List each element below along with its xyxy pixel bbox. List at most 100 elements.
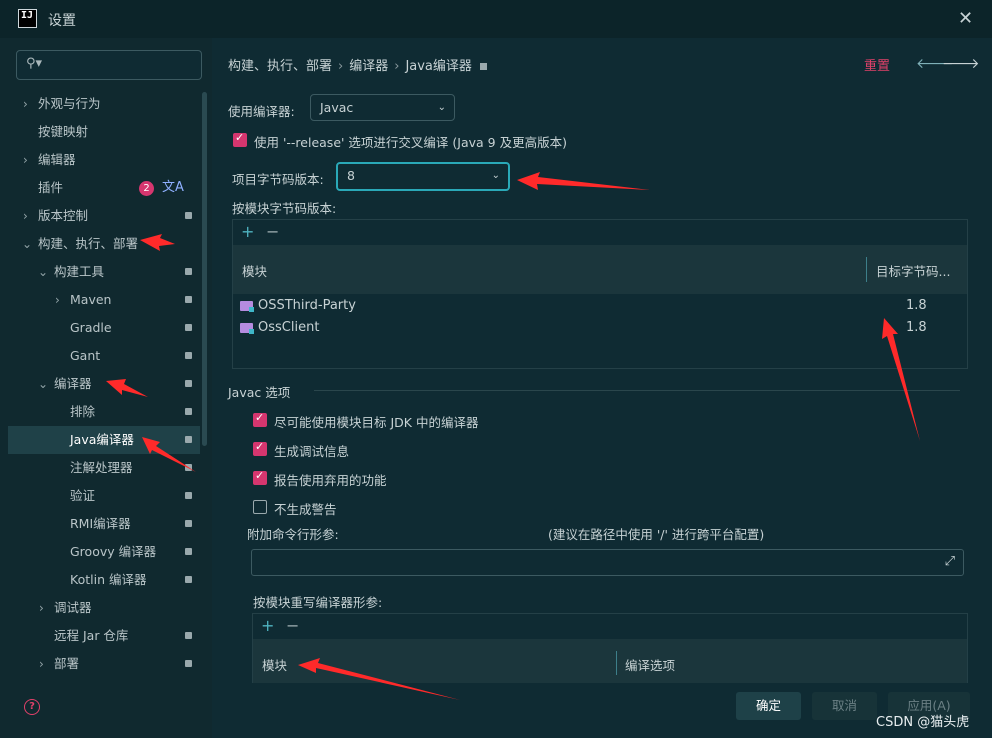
sidebar-item-kotlin-compiler[interactable]: Kotlin 编译器: [0, 566, 200, 594]
sidebar-item-build-execution-deployment[interactable]: ⌄ 构建、执行、部署: [0, 230, 200, 258]
override-args-label: 按模块重写编译器形参:: [253, 595, 383, 610]
javac-option-label: 生成调试信息: [274, 444, 350, 459]
project-scope-icon: [185, 632, 192, 639]
ok-button[interactable]: 确定: [736, 692, 801, 720]
project-scope-icon: [185, 436, 192, 443]
sidebar-item-vcs[interactable]: › 版本控制: [0, 202, 200, 230]
add-button[interactable]: +: [241, 222, 254, 241]
section-divider: [314, 390, 960, 391]
table-toolbar: + −: [253, 614, 967, 638]
column-header-target[interactable]: 目标字节码...: [876, 261, 950, 280]
sidebar-item-label: Kotlin 编译器: [70, 572, 147, 587]
module-target-version: 1.8: [906, 320, 927, 335]
sidebar-item-annotation-processors[interactable]: 注解处理器: [0, 454, 200, 482]
sidebar-item-remote-jar-repos[interactable]: 远程 Jar 仓库: [0, 622, 200, 650]
project-scope-icon: [185, 380, 192, 387]
column-header-options[interactable]: 编译选项: [625, 655, 675, 674]
table-header: 模块 编译选项: [253, 639, 967, 683]
bytecode-version-value: 8: [347, 168, 355, 183]
javac-option-checkbox[interactable]: [253, 411, 267, 427]
sidebar-item-groovy-compiler[interactable]: Groovy 编译器: [0, 538, 200, 566]
title-bar: IJ 设置 ✕: [0, 0, 992, 38]
reset-link[interactable]: 重置: [864, 55, 890, 74]
column-divider[interactable]: [616, 651, 617, 675]
extra-args-hint: (建议在路径中使用 '/' 进行跨平台配置): [548, 527, 765, 542]
chevron-down-icon[interactable]: ⌄: [38, 258, 48, 286]
chevron-right-icon[interactable]: ›: [23, 90, 28, 118]
sidebar-item-deployment[interactable]: › 部署: [0, 650, 200, 678]
sidebar-item-compiler[interactable]: ⌄ 编译器: [0, 370, 200, 398]
javac-option-checkbox[interactable]: [253, 469, 267, 485]
extra-args-label: 附加命令行形参:: [247, 527, 339, 542]
per-module-bytecode-label: 按模块字节码版本:: [232, 201, 337, 216]
sidebar-item-excludes[interactable]: 排除: [0, 398, 200, 426]
breadcrumb-current: Java编译器: [405, 59, 472, 74]
sidebar-item-label: Gradle: [70, 320, 112, 335]
expand-icon[interactable]: ⤢: [945, 554, 955, 569]
sidebar-item-plugins[interactable]: 插件 2 文A: [0, 174, 200, 202]
javac-option-checkbox[interactable]: [253, 440, 267, 456]
table-row[interactable]: OSSThird-Party 1.8: [233, 295, 967, 317]
release-option-label: 使用 '--release' 选项进行交叉编译 (Java 9 及更高版本): [254, 135, 567, 150]
project-scope-icon: [185, 548, 192, 555]
sidebar-item-appearance[interactable]: › 外观与行为: [0, 90, 200, 118]
bytecode-version-label: 项目字节码版本:: [232, 172, 324, 187]
sidebar-item-label: 插件: [38, 180, 64, 195]
sidebar-item-label: Gant: [70, 348, 101, 363]
bytecode-version-select[interactable]: 8 ⌄: [336, 162, 510, 191]
settings-sidebar: ⚲▾ › 外观与行为 按键映射 › 编辑器 插件 2 文A › 版本控制 ⌄ 构…: [0, 38, 212, 738]
sidebar-item-keymap[interactable]: 按键映射: [0, 118, 200, 146]
sidebar-item-validation[interactable]: 验证: [0, 482, 200, 510]
project-scope-icon: [185, 492, 192, 499]
sidebar-item-debugger[interactable]: › 调试器: [0, 594, 200, 622]
breadcrumb-item[interactable]: 构建、执行、部署: [228, 59, 332, 74]
sidebar-item-maven[interactable]: › Maven: [0, 286, 200, 314]
sidebar-item-label: 构建、执行、部署: [38, 236, 139, 251]
sidebar-item-label: 排除: [70, 404, 96, 419]
extra-args-input[interactable]: ⤢: [251, 549, 964, 576]
sidebar-item-rmi-compiler[interactable]: RMI编译器: [0, 510, 200, 538]
notification-badge: 2: [139, 181, 154, 196]
compiler-select[interactable]: Javac ⌄: [310, 94, 455, 121]
javac-option-checkbox[interactable]: [253, 500, 267, 514]
search-icon: ⚲▾: [26, 56, 43, 71]
compiler-select-value: Javac: [320, 100, 354, 115]
sidebar-scrollbar[interactable]: [202, 92, 207, 446]
chevron-down-icon[interactable]: ⌄: [22, 230, 32, 258]
sidebar-item-gant[interactable]: Gant: [0, 342, 200, 370]
sidebar-item-label: Maven: [70, 292, 112, 307]
help-icon[interactable]: ?: [24, 699, 40, 715]
override-args-table: + − 模块 编译选项: [252, 613, 968, 683]
sidebar-item-gradle[interactable]: Gradle: [0, 314, 200, 342]
column-header-module[interactable]: 模块: [242, 261, 267, 280]
project-scope-icon: [185, 296, 192, 303]
chevron-right-icon[interactable]: ›: [23, 202, 28, 230]
column-divider[interactable]: [866, 257, 867, 282]
sidebar-item-label: 调试器: [54, 600, 92, 615]
sidebar-item-build-tools[interactable]: ⌄ 构建工具: [0, 258, 200, 286]
project-scope-icon: [185, 464, 192, 471]
forward-arrow-icon[interactable]: 🡒: [942, 55, 980, 72]
column-header-module[interactable]: 模块: [262, 655, 287, 674]
chevron-right-icon[interactable]: ›: [55, 286, 60, 314]
table-row[interactable]: OssClient 1.8: [233, 317, 967, 339]
settings-search-input[interactable]: ⚲▾: [16, 50, 202, 80]
sidebar-item-editor[interactable]: › 编辑器: [0, 146, 200, 174]
chevron-down-icon: ⌄: [437, 102, 446, 113]
cancel-button[interactable]: 取消: [812, 692, 877, 720]
close-icon[interactable]: ✕: [958, 8, 973, 29]
breadcrumb-item[interactable]: 编译器: [349, 59, 388, 74]
sidebar-item-label: 构建工具: [54, 264, 105, 279]
app-logo-icon: IJ: [18, 9, 37, 28]
module-name: OSSThird-Party: [258, 298, 356, 313]
chevron-right-icon[interactable]: ›: [39, 594, 44, 622]
chevron-down-icon[interactable]: ⌄: [38, 370, 48, 398]
release-option-checkbox[interactable]: [233, 131, 247, 147]
remove-button[interactable]: −: [266, 222, 279, 241]
sidebar-item-label: 部署: [54, 656, 80, 671]
add-button[interactable]: +: [261, 616, 274, 635]
sidebar-item-java-compiler[interactable]: Java编译器: [8, 426, 200, 454]
remove-button[interactable]: −: [286, 616, 299, 635]
chevron-right-icon[interactable]: ›: [39, 650, 44, 678]
chevron-right-icon[interactable]: ›: [23, 146, 28, 174]
